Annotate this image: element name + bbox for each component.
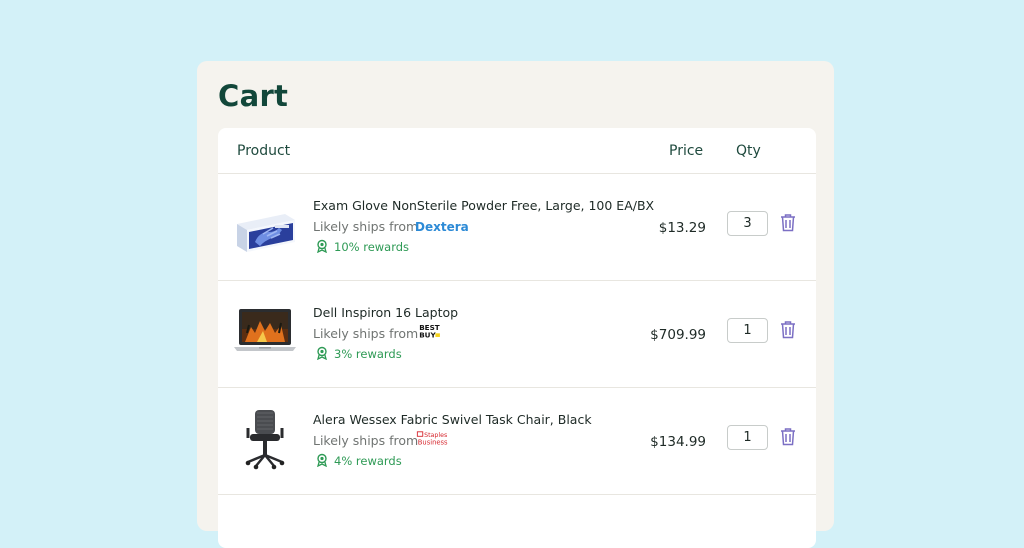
ships-from-label: Likely ships from [313,219,419,234]
column-header-qty: Qty [736,143,761,159]
trash-icon[interactable] [780,320,796,339]
product-thumbnail-gloves [237,214,295,252]
item-price: $13.29 [658,220,706,236]
cart-item-row: Alera Wessex Fabric Swivel Task Chair, B… [218,388,816,494]
retailer-logo-dextera: Dextera [415,220,469,234]
product-name[interactable]: Alera Wessex Fabric Swivel Task Chair, B… [313,412,592,427]
product-thumbnail-laptop [234,309,296,351]
rewards-badge-icon [317,239,327,253]
quantity-input[interactable] [727,425,768,450]
cart-panel: Cart Product Price Qty Exam Glove NonSte… [197,61,834,548]
rewards-badge-icon [317,453,327,467]
rewards-text: 10% rewards [334,240,410,254]
product-name[interactable]: Exam Glove NonSterile Powder Free, Large… [313,198,654,213]
svg-text:Business: Business [418,438,448,446]
product-thumbnail-chair [245,410,285,470]
page-title: Cart [218,79,289,113]
rewards-text: 4% rewards [334,454,402,468]
cart-item-row: Dell Inspiron 16 Laptop Likely ships fro… [218,281,816,387]
cart-item-row: Exam Glove NonSterile Powder Free, Large… [218,174,816,280]
divider [218,494,816,495]
item-price: $134.99 [650,434,706,450]
rewards-badge-icon [317,346,327,360]
quantity-input[interactable] [727,211,768,236]
retailer-logo-best-buy: BEST BUY [419,323,440,339]
cart-table: Product Price Qty Exam Glove NonSterile … [218,128,816,548]
column-header-product: Product [237,143,291,159]
ships-from-label: Likely ships from [313,433,419,448]
quantity-input[interactable] [727,318,768,343]
trash-icon[interactable] [780,427,796,446]
ships-from-label: Likely ships from [313,326,419,341]
svg-text:BUY: BUY [419,330,436,339]
product-name[interactable]: Dell Inspiron 16 Laptop [313,305,458,320]
rewards-text: 3% rewards [334,347,402,361]
item-price: $709.99 [650,327,706,343]
retailer-logo-staples-business: Staples Business [416,431,448,446]
trash-icon[interactable] [780,213,796,232]
svg-text:Dextera: Dextera [415,220,469,234]
column-header-price: Price [669,143,704,159]
